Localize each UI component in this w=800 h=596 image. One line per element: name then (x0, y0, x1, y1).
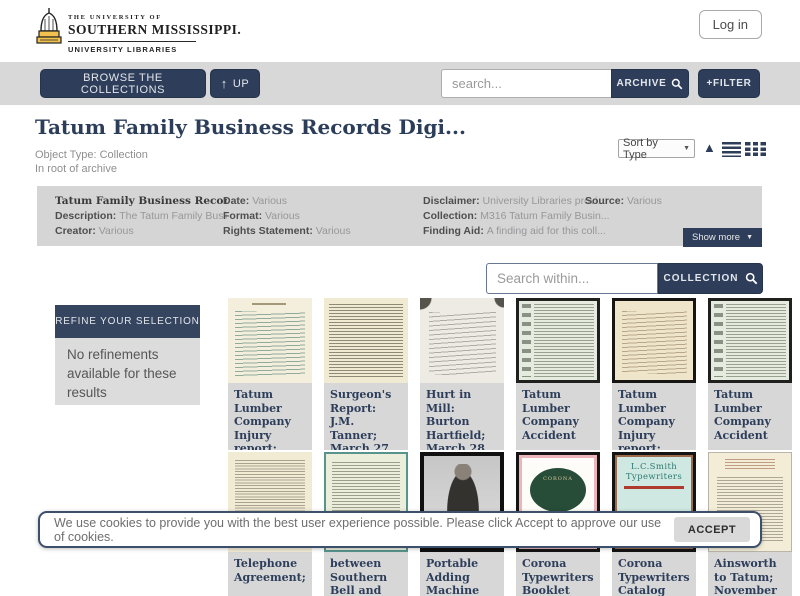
tile-title: Hurt in Mill: Burton Hartfield; March 28… (420, 383, 504, 450)
accept-cookies-button[interactable]: ACCEPT (674, 517, 750, 542)
tile-title: Tatum Lumber Company Injury report; (612, 383, 696, 450)
metadata-field: FormatVarious (223, 209, 418, 224)
metadata-field: CreatorVarious (55, 224, 227, 239)
show-more-label: Show more (692, 232, 741, 243)
lc-smith-cover-text: L.C.Smith Typewriters (625, 462, 683, 482)
field-value: Various (265, 210, 300, 222)
logo-line2: SOUTHERN MISSISSIPPI. (68, 22, 242, 37)
result-tile[interactable]: Surgeon's Report: J.M. Tanner; March 27, (324, 298, 408, 450)
grid-view-icon[interactable] (745, 142, 766, 157)
metadata-field: DescriptionThe Tatum Family Busin... (55, 209, 227, 224)
metadata-field: Rights StatementVarious (223, 224, 418, 239)
list-view-icon[interactable] (722, 142, 741, 157)
results-row-1: Tatum Lumber Company Injury report; Surg… (228, 298, 792, 450)
tile-title: Telephone Agreement; (228, 552, 312, 596)
metadata-field: DateVarious (223, 194, 418, 209)
result-tile[interactable]: Tatum Lumber Company Accident (708, 298, 792, 450)
refine-empty-message: No refinements available for these resul… (55, 338, 200, 405)
tile-title: Surgeon's Report: J.M. Tanner; March 27, (324, 383, 408, 450)
result-tile[interactable]: Hurt in Mill: Burton Hartfield; March 28… (420, 298, 504, 450)
document-thumbnail (228, 298, 312, 383)
search-icon (745, 272, 757, 285)
metadata-column-4: SourceVarious (585, 194, 735, 209)
field-label: Disclaimer (423, 195, 483, 207)
show-more-button[interactable]: Show more ▼ (683, 228, 762, 247)
object-type-label: Object Type: Collection (35, 149, 148, 161)
search-icon (672, 78, 683, 89)
tile-title: Ainsworth to Tatum; November (708, 552, 792, 596)
metadata-column-3: DisclaimerUniversity Libraries provi... … (423, 194, 611, 239)
result-tile[interactable]: Tatum Lumber Company Accident (516, 298, 600, 450)
tile-title: Portable Adding Machine (420, 552, 504, 596)
result-tile[interactable]: Tatum Lumber Company Injury report; (228, 298, 312, 450)
collection-search-button[interactable]: COLLECTION (658, 263, 763, 294)
field-value: Various (315, 225, 351, 237)
field-label: Format (223, 210, 265, 222)
metadata-column-2: DateVarious FormatVarious Rights Stateme… (223, 194, 418, 239)
up-button[interactable]: ↑ UP (210, 69, 260, 98)
chevron-down-icon: ▼ (746, 234, 753, 241)
document-thumbnail (420, 298, 504, 383)
field-label: Date (223, 195, 252, 207)
up-arrow-icon: ↑ (220, 76, 228, 91)
field-value: A finding aid for this coll... (486, 225, 606, 237)
document-thumbnail (708, 298, 792, 383)
page-title: Tatum Family Business Records Digi... (35, 115, 466, 139)
document-thumbnail (324, 298, 408, 383)
archive-search-button[interactable]: ARCHIVE (611, 69, 689, 98)
field-label: Description (55, 210, 119, 222)
up-button-label: UP (232, 77, 250, 90)
metadata-title: Tatum Family Business Records Dig... (55, 195, 227, 207)
metadata-field: Finding AidA finding aid for this coll..… (423, 224, 611, 239)
metadata-column-1: Tatum Family Business Records Dig... Des… (55, 194, 227, 239)
metadata-field: DisclaimerUniversity Libraries provi... (423, 194, 611, 209)
tile-title: Tatum Lumber Company Injury report; (228, 383, 312, 450)
document-thumbnail (516, 298, 600, 383)
dropdown-caret-icon: ▼ (683, 145, 690, 152)
tile-title: Corona Typewriters Booklet (516, 552, 600, 596)
cookie-consent-bar: We use cookies to provide you with the b… (38, 511, 762, 548)
filter-button[interactable]: +FILTER (698, 69, 760, 98)
collections-toolbar: BROWSE THE COLLECTIONS ↑ UP ARCHIVE +FILT… (0, 62, 800, 105)
archive-button-label: ARCHIVE (616, 78, 667, 89)
metadata-field: CollectionM316 Tatum Family Busin... (423, 209, 611, 224)
cookie-message: We use cookies to provide you with the b… (54, 515, 662, 544)
field-label: Finding Aid (423, 225, 487, 237)
field-label: Rights Statement (223, 225, 316, 237)
result-tile[interactable]: Tatum Lumber Company Injury report; (612, 298, 696, 450)
metadata-field: SourceVarious (585, 194, 735, 209)
document-thumbnail (612, 298, 696, 383)
tile-title: Tatum Lumber Company Accident (516, 383, 600, 450)
logo-divider (68, 41, 196, 42)
logo-text: THE UNIVERSITY OF SOUTHERN MISSISSIPPI. … (68, 7, 241, 54)
search-within-input[interactable] (486, 263, 658, 294)
field-value: M316 Tatum Family Busin... (480, 210, 610, 222)
university-logo[interactable]: THE UNIVERSITY OF SOUTHERN MISSISSIPPI. … (36, 7, 241, 54)
tile-title: between Southern Bell and the (324, 552, 408, 596)
sort-dropdown[interactable]: Sort by Type ▼ (618, 136, 695, 161)
field-value: Various (98, 225, 134, 237)
browse-collections-button[interactable]: BROWSE THE COLLECTIONS (40, 69, 206, 98)
collection-button-label: COLLECTION (663, 273, 739, 284)
field-value: Various (252, 195, 288, 207)
tile-title: Tatum Lumber Company Accident (708, 383, 792, 450)
tile-title: Corona Typewriters Catalog (612, 552, 696, 596)
collection-metadata-panel: Tatum Family Business Records Dig... Des… (37, 186, 762, 247)
field-label: Collection (423, 210, 480, 222)
archive-search-input[interactable] (441, 69, 611, 98)
field-value: Various (627, 195, 662, 207)
sort-direction-icon[interactable]: ▲ (703, 140, 716, 155)
login-button[interactable]: Log in (698, 10, 762, 39)
field-label: Source (585, 195, 627, 207)
field-label: Creator (55, 225, 99, 237)
corona-cover-text: CORONA (530, 468, 586, 512)
refine-selection-header: REFINE YOUR SELECTION (55, 305, 200, 338)
logo-line3: UNIVERSITY LIBRARIES (68, 45, 178, 54)
site-header: THE UNIVERSITY OF SOUTHERN MISSISSIPPI. … (0, 0, 800, 62)
field-value: The Tatum Family Busin... (119, 210, 227, 222)
dome-icon (36, 8, 62, 44)
logo-line1: THE UNIVERSITY OF (68, 14, 162, 21)
sort-selected-value: Sort by Type (623, 136, 658, 161)
root-note: In root of archive (35, 163, 117, 175)
